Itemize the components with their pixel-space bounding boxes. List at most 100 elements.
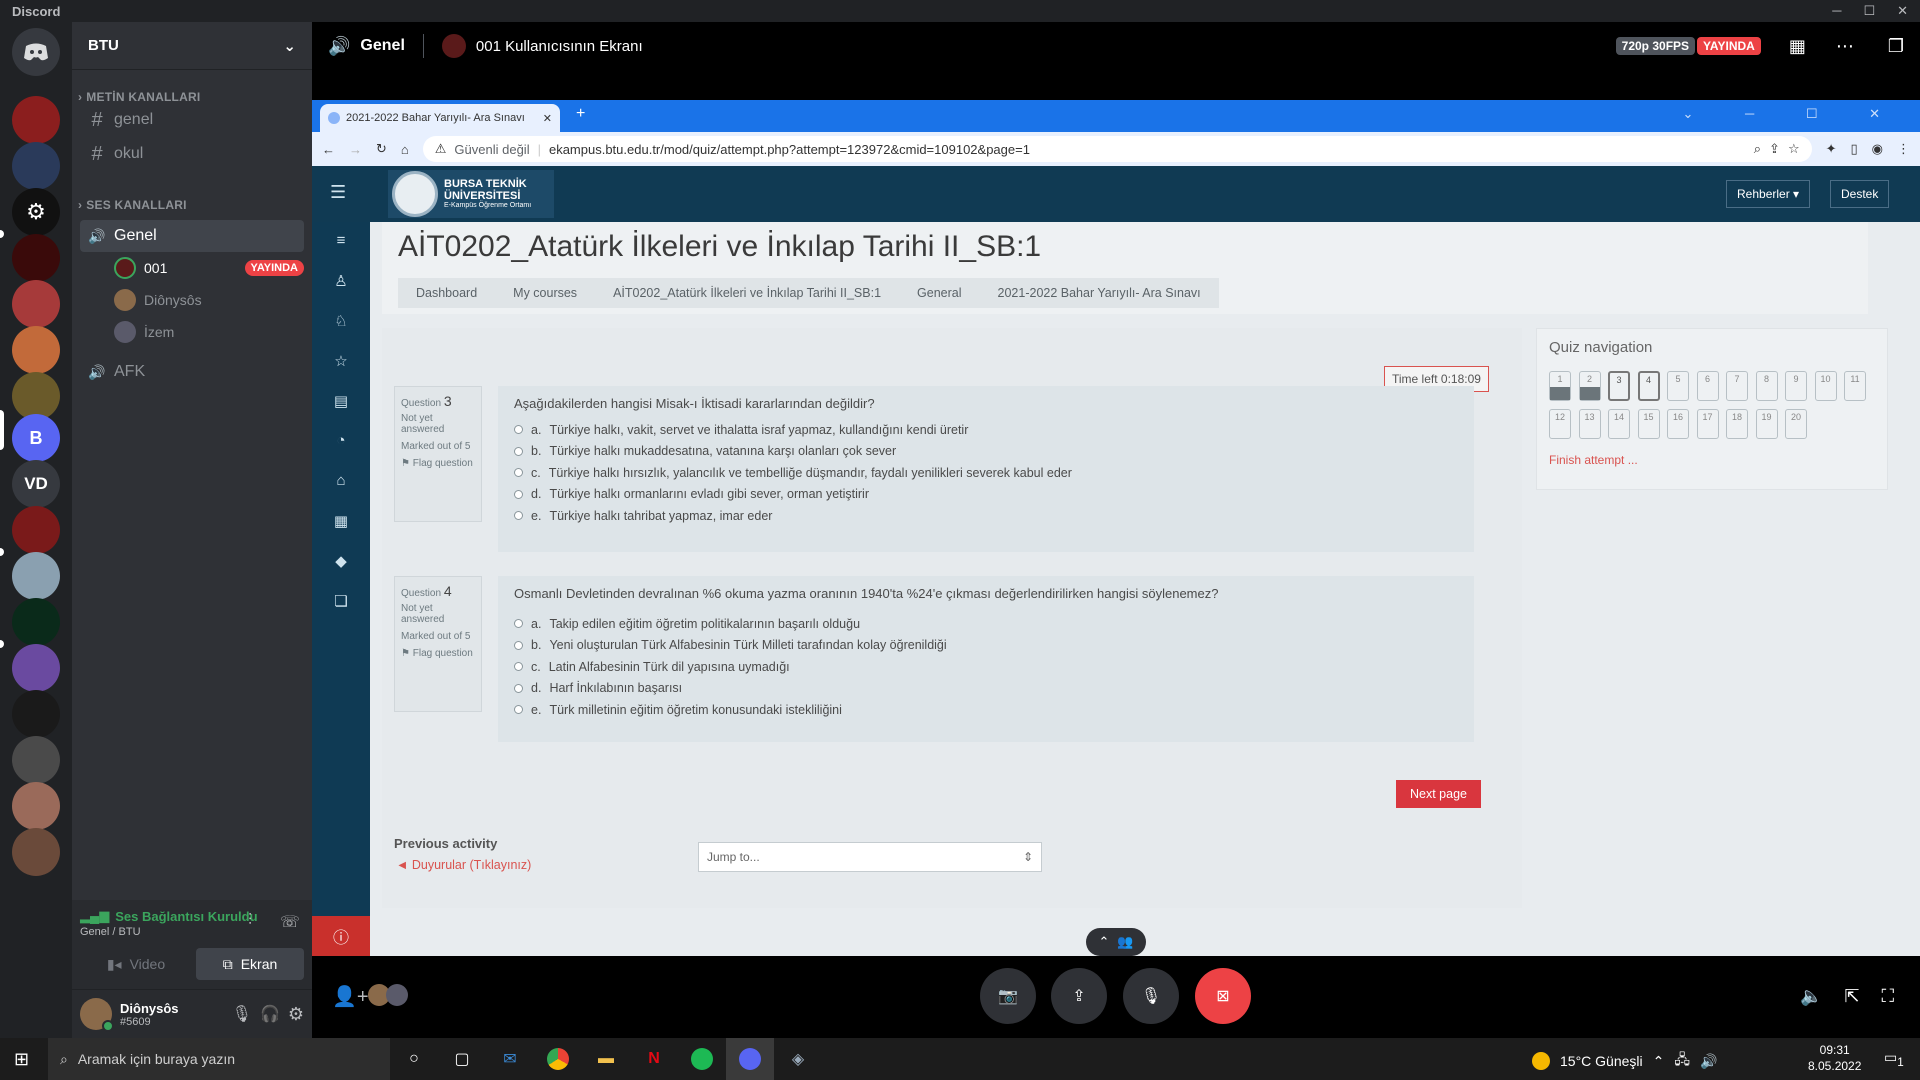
- server-icon[interactable]: [12, 280, 60, 328]
- close-button[interactable]: ✕: [1897, 3, 1908, 19]
- university-logo[interactable]: BURSA TEKNİK ÜNİVERSİTESİ E-Kampüs Öğren…: [388, 170, 554, 218]
- dashboard-icon[interactable]: ◔: [331, 432, 351, 452]
- server-icon[interactable]: [12, 234, 60, 282]
- connection-location[interactable]: Genel / BTU: [80, 926, 141, 938]
- answer-option[interactable]: b. Yeni oluşturulan Türk Alfabesinin Türk…: [514, 635, 1458, 657]
- tray-chevron-icon[interactable]: ⌃: [1653, 1053, 1665, 1070]
- profile-icon[interactable]: ◉: [1872, 141, 1883, 157]
- reload-icon[interactable]: ↻: [376, 141, 387, 157]
- microphone-button[interactable]: 🎙: [1123, 968, 1179, 1024]
- chrome-icon[interactable]: [534, 1038, 582, 1080]
- weather-text[interactable]: 15°C Güneşli: [1560, 1053, 1643, 1069]
- popout-icon[interactable]: ❐: [1888, 36, 1904, 57]
- star-icon[interactable]: ☆: [331, 352, 351, 372]
- quiz-nav-button[interactable]: 17: [1696, 409, 1719, 439]
- channel-okul[interactable]: # okul: [80, 138, 304, 170]
- participants-toggle[interactable]: ⌃ 👥: [1086, 928, 1146, 956]
- grid-layout-icon[interactable]: ▦: [1789, 36, 1806, 57]
- extensions-icon[interactable]: ✦: [1826, 141, 1837, 157]
- server-icon[interactable]: [12, 506, 60, 554]
- quiz-nav-button[interactable]: 1: [1549, 371, 1571, 401]
- volume-icon[interactable]: 🔊: [1700, 1053, 1717, 1070]
- app-icon[interactable]: ◈: [774, 1038, 822, 1080]
- info-icon[interactable]: ⓘ: [312, 916, 370, 956]
- channel-genel[interactable]: # genel: [80, 104, 304, 136]
- home-button[interactable]: [12, 28, 60, 76]
- notifications-icon[interactable]: ▭1: [1884, 1049, 1904, 1069]
- server-icon[interactable]: [12, 372, 60, 420]
- next-page-button[interactable]: Next page: [1396, 780, 1481, 808]
- microphone-icon[interactable]: 🎙: [232, 1004, 252, 1024]
- headphones-icon[interactable]: 🎧: [260, 1004, 280, 1024]
- server-icon[interactable]: [12, 736, 60, 784]
- connection-status[interactable]: ▂▄▆ Ses Bağlantısı Kuruldu: [80, 908, 258, 924]
- popout-icon[interactable]: ⇱: [1844, 986, 1859, 1007]
- quiz-nav-button[interactable]: 12: [1549, 409, 1571, 439]
- server-icon[interactable]: [12, 828, 60, 876]
- avatar[interactable]: [80, 998, 114, 1032]
- quiz-nav-button[interactable]: 15: [1637, 409, 1660, 439]
- answer-option[interactable]: e. Türk milletinin eğitim öğretim konusun…: [514, 699, 1458, 721]
- weather-sun-icon[interactable]: [1532, 1052, 1550, 1070]
- quiz-nav-button[interactable]: 16: [1667, 409, 1689, 439]
- answer-option[interactable]: c. Latin Alfabesinin Türk dil yapısına uy…: [514, 656, 1458, 678]
- settings-gear-icon[interactable]: ⚙: [288, 1004, 304, 1025]
- server-icon[interactable]: [12, 96, 60, 144]
- breadcrumb-my-courses[interactable]: My courses: [495, 278, 595, 308]
- server-icon[interactable]: ⚙: [12, 188, 60, 236]
- window-controls[interactable]: ⌄ ─ ☐ ✕: [1683, 106, 1905, 122]
- share-screen-button[interactable]: ⇪: [1051, 968, 1107, 1024]
- voice-user-dionysos[interactable]: Diônysôs: [114, 286, 304, 314]
- discord-taskbar-icon[interactable]: [726, 1038, 774, 1080]
- quiz-nav-button[interactable]: 8: [1755, 371, 1778, 401]
- spotify-icon[interactable]: [678, 1038, 726, 1080]
- server-icon[interactable]: [12, 142, 60, 190]
- volume-icon[interactable]: 🔈: [1800, 986, 1822, 1007]
- calendar-icon[interactable]: ▦: [331, 512, 351, 532]
- server-icon[interactable]: [12, 552, 60, 600]
- server-icon[interactable]: [12, 690, 60, 738]
- new-tab-icon[interactable]: +: [576, 105, 585, 123]
- disconnect-icon[interactable]: ☏: [280, 912, 300, 932]
- screen-share-button[interactable]: ⧉ Ekran: [196, 948, 304, 980]
- answer-option[interactable]: d. Türkiye halkı ormanlarını evladı gibi …: [514, 484, 1458, 506]
- home-icon[interactable]: ⌂: [331, 472, 351, 492]
- jump-to-select[interactable]: Jump to... ⇕: [698, 842, 1042, 872]
- quiz-nav-button[interactable]: 10: [1814, 371, 1837, 401]
- server-icon[interactable]: [12, 782, 60, 830]
- voice-channel-genel[interactable]: 🔊 Genel: [80, 220, 304, 252]
- breadcrumb-course[interactable]: AİT0202_Atatürk İlkeleri ve İnkılap Tari…: [595, 278, 899, 308]
- graduation-cap-icon[interactable]: ◆: [331, 552, 351, 572]
- quiz-nav-button[interactable]: 18: [1726, 409, 1748, 439]
- answer-option[interactable]: b. Türkiye halkı mukaddesatına, vatanına …: [514, 441, 1458, 463]
- more-options-icon[interactable]: ⋯: [1836, 36, 1854, 57]
- guides-button[interactable]: Rehberler ▾: [1726, 180, 1811, 208]
- quiz-nav-button[interactable]: 20: [1785, 409, 1807, 439]
- quiz-nav-button[interactable]: 19: [1755, 409, 1778, 439]
- answer-option[interactable]: e. Türkiye halkı tahribat yapmaz, imar ed…: [514, 505, 1458, 527]
- server-icon-vd[interactable]: VD: [12, 460, 60, 508]
- quiz-nav-button[interactable]: 4: [1637, 371, 1660, 401]
- add-user-icon[interactable]: 👤+: [332, 984, 369, 1009]
- back-icon[interactable]: ←: [322, 142, 335, 157]
- book-icon[interactable]: ▤: [331, 392, 351, 412]
- browser-tab[interactable]: 2021-2022 Bahar Yarıyılı- Ara Sınavı ✕: [320, 104, 560, 132]
- quiz-nav-button[interactable]: 9: [1785, 371, 1807, 401]
- stop-stream-button[interactable]: ⊠: [1195, 968, 1251, 1024]
- camera-button[interactable]: 📷: [980, 968, 1036, 1024]
- category-voice-channels[interactable]: › SES KANALLARI: [78, 198, 187, 212]
- taskbar-search[interactable]: ⌕ Aramak için buraya yazın: [48, 1038, 390, 1080]
- files-icon[interactable]: ❏: [331, 592, 351, 612]
- sidepanel-icon[interactable]: ▯: [1851, 141, 1858, 157]
- task-view-icon[interactable]: ▢: [438, 1038, 486, 1080]
- quiz-nav-button[interactable]: 2: [1578, 371, 1601, 401]
- badges-icon[interactable]: ♘: [331, 312, 351, 332]
- menu-icon[interactable]: ⋮: [1897, 141, 1910, 157]
- maximize-button[interactable]: ☐: [1863, 3, 1875, 19]
- quiz-nav-button[interactable]: 5: [1667, 371, 1689, 401]
- cortana-icon[interactable]: ○: [390, 1038, 438, 1080]
- voice-channel-afk[interactable]: 🔊 AFK: [80, 356, 304, 388]
- close-tab-icon[interactable]: ✕: [543, 112, 552, 125]
- breadcrumb-exam[interactable]: 2021-2022 Bahar Yarıyılı- Ara Sınavı: [980, 278, 1219, 308]
- url-bar[interactable]: ⚠ Güvenli değil | ekampus.btu.edu.tr/mod…: [422, 136, 1812, 162]
